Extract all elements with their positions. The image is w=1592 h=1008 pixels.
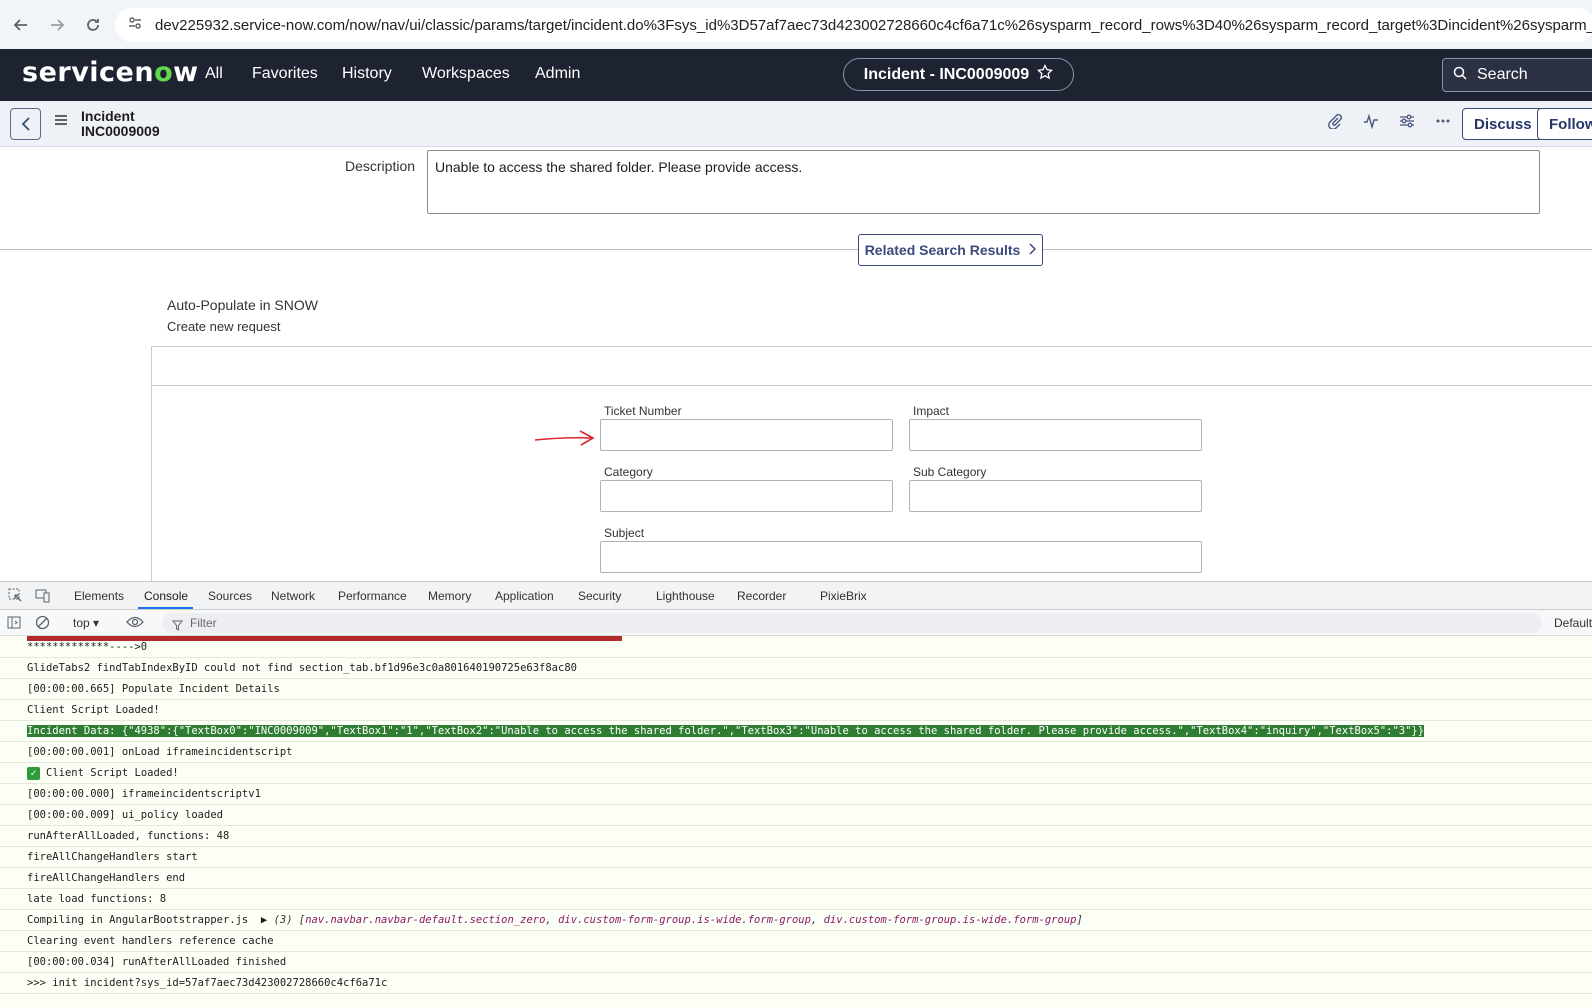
console-filter-input[interactable]: Filter [162, 613, 1542, 633]
activity-pulse-icon[interactable] [1363, 113, 1379, 134]
console-toolbar: top ▾ Filter Default [0, 610, 1592, 636]
description-label: Description [345, 158, 416, 174]
log-entry: Clearing event handlers reference cache [0, 931, 1592, 952]
log-entry: *************---->0 [0, 637, 1592, 658]
expand-triangle-icon[interactable]: ▶ [255, 914, 267, 926]
filter-placeholder: Filter [190, 616, 217, 630]
console-log-area: *************---->0 GlideTabs2 findTabIn… [0, 636, 1592, 1008]
highlighted-log-text: Incident Data: {"4938":{"TextBox0":"INC0… [27, 725, 1425, 737]
devtools-tab-sources[interactable]: Sources [208, 589, 252, 603]
subject-input[interactable] [600, 541, 1202, 573]
ticket-number-input[interactable] [600, 419, 893, 451]
subject-label: Subject [604, 526, 645, 540]
eye-icon[interactable] [126, 615, 144, 634]
log-entry-compiling[interactable]: Compiling in AngularBootstrapper.js ▶ (3… [0, 910, 1592, 931]
context-selector[interactable]: top ▾ [73, 616, 99, 630]
category-label: Category [604, 465, 653, 479]
form-title-table: Incident [81, 108, 135, 124]
inspect-element-icon[interactable] [8, 588, 23, 608]
form-title: Incident INC0009009 [81, 109, 160, 139]
search-icon [1453, 66, 1467, 85]
paperclip-icon[interactable] [1327, 113, 1343, 134]
devtools-tab-recorder[interactable]: Recorder [737, 589, 786, 603]
search-label: Search [1477, 66, 1528, 83]
devtools-panel: Elements Console Sources Network Perform… [0, 581, 1592, 1008]
site-info-icon[interactable] [127, 15, 143, 36]
impact-label: Impact [913, 404, 950, 418]
annotation-arrow-icon [534, 430, 595, 446]
chevron-right-icon [1028, 242, 1037, 258]
devtools-tab-performance[interactable]: Performance [338, 589, 407, 603]
device-toolbar-icon[interactable] [35, 588, 51, 608]
menu-all[interactable]: All [205, 65, 223, 83]
star-icon[interactable] [1037, 63, 1054, 85]
devtools-tab-elements[interactable]: Elements [74, 589, 124, 603]
address-bar[interactable]: dev225932.service-now.com/now/nav/ui/cla… [115, 8, 1592, 42]
log-entry: runAfterAllLoaded, functions: 48 [0, 826, 1592, 847]
servicenow-header: servicenow All Favorites History Workspa… [0, 49, 1592, 101]
related-search-label: Related Search Results [864, 242, 1021, 258]
devtools-tab-network[interactable]: Network [271, 589, 315, 603]
sidebar-toggle-icon[interactable] [7, 615, 22, 635]
devtools-tab-console[interactable]: Console [144, 589, 188, 603]
record-context-pill[interactable]: Incident - INC0009009 [843, 58, 1074, 91]
sub-category-input[interactable] [909, 480, 1202, 512]
form-title-number: INC0009009 [81, 123, 160, 139]
form-back-button[interactable] [10, 108, 41, 140]
devtools-tab-application[interactable]: Application [495, 589, 554, 603]
menu-admin[interactable]: Admin [535, 65, 580, 83]
forward-arrow-icon[interactable] [39, 7, 75, 43]
reload-icon[interactable] [75, 7, 111, 43]
back-arrow-icon[interactable] [3, 7, 39, 43]
devtools-tab-lighthouse[interactable]: Lighthouse [656, 589, 715, 603]
form-header: Incident INC0009009 Discuss Follow [0, 101, 1592, 147]
discuss-button[interactable]: Discuss [1462, 108, 1544, 140]
devtools-tab-memory[interactable]: Memory [428, 589, 471, 603]
filter-icon [171, 617, 184, 637]
related-search-results-button[interactable]: Related Search Results [858, 234, 1043, 266]
devtools-tab-pixiebrix[interactable]: PixieBrix [820, 589, 867, 603]
log-entry: [00:00:00.000] iframeincidentscriptv1 [0, 784, 1592, 805]
devtools-tab-security[interactable]: Security [578, 589, 621, 603]
widget-header-frame [151, 346, 1592, 386]
follow-button[interactable]: Follow [1537, 108, 1592, 140]
log-entry: ✓ Client Script Loaded! [0, 763, 1592, 784]
more-options-icon[interactable] [1435, 113, 1451, 134]
category-input[interactable] [600, 480, 893, 512]
browser-toolbar: dev225932.service-now.com/now/nav/ui/cla… [0, 0, 1592, 49]
log-entry: late load functions: 8 [0, 889, 1592, 910]
description-textarea[interactable]: Unable to access the shared folder. Plea… [427, 150, 1540, 214]
log-levels-dropdown[interactable]: Default [1554, 616, 1592, 630]
log-entry: [00:00:00.009] ui_policy loaded [0, 805, 1592, 826]
log-entry-incident-data: Incident Data: {"4938":{"TextBox0":"INC0… [0, 721, 1592, 742]
clear-console-icon[interactable] [35, 615, 50, 635]
record-pill-label: Incident - INC0009009 [863, 65, 1030, 83]
menu-history[interactable]: History [342, 65, 392, 83]
section-divider [0, 249, 1592, 250]
widget-title: Auto-Populate in SNOW [167, 297, 318, 313]
devtools-tab-bar: Elements Console Sources Network Perform… [0, 582, 1592, 610]
console-prompt-line[interactable]: >>> init incident?sys_id=57af7aec73d4230… [0, 973, 1592, 994]
impact-input[interactable] [909, 419, 1202, 451]
active-tab-indicator [138, 607, 193, 609]
log-entry: [00:00:00.001] onLoad iframeincidentscri… [0, 742, 1592, 763]
servicenow-logo[interactable]: servicenow [22, 57, 199, 88]
menu-favorites[interactable]: Favorites [252, 65, 318, 83]
url-text: dev225932.service-now.com/now/nav/ui/cla… [155, 16, 1592, 34]
widget-subtitle: Create new request [167, 319, 281, 334]
check-mark-icon: ✓ [27, 766, 40, 780]
ticket-number-label: Ticket Number [604, 404, 682, 418]
log-entry: [00:00:00.034] runAfterAllLoaded finishe… [0, 952, 1592, 973]
global-search[interactable]: Search [1442, 58, 1592, 92]
menu-workspaces[interactable]: Workspaces [422, 65, 510, 83]
log-entry: GlideTabs2 findTabIndexByID could not fi… [0, 658, 1592, 679]
log-entry: fireAllChangeHandlers start [0, 847, 1592, 868]
sub-category-label: Sub Category [913, 465, 987, 479]
log-entry: Client Script Loaded! [0, 700, 1592, 721]
log-entry: fireAllChangeHandlers end [0, 868, 1592, 889]
settings-sliders-icon[interactable] [1399, 113, 1415, 134]
hamburger-menu-icon[interactable] [54, 113, 68, 131]
log-entry: [00:00:00.665] Populate Incident Details [0, 679, 1592, 700]
